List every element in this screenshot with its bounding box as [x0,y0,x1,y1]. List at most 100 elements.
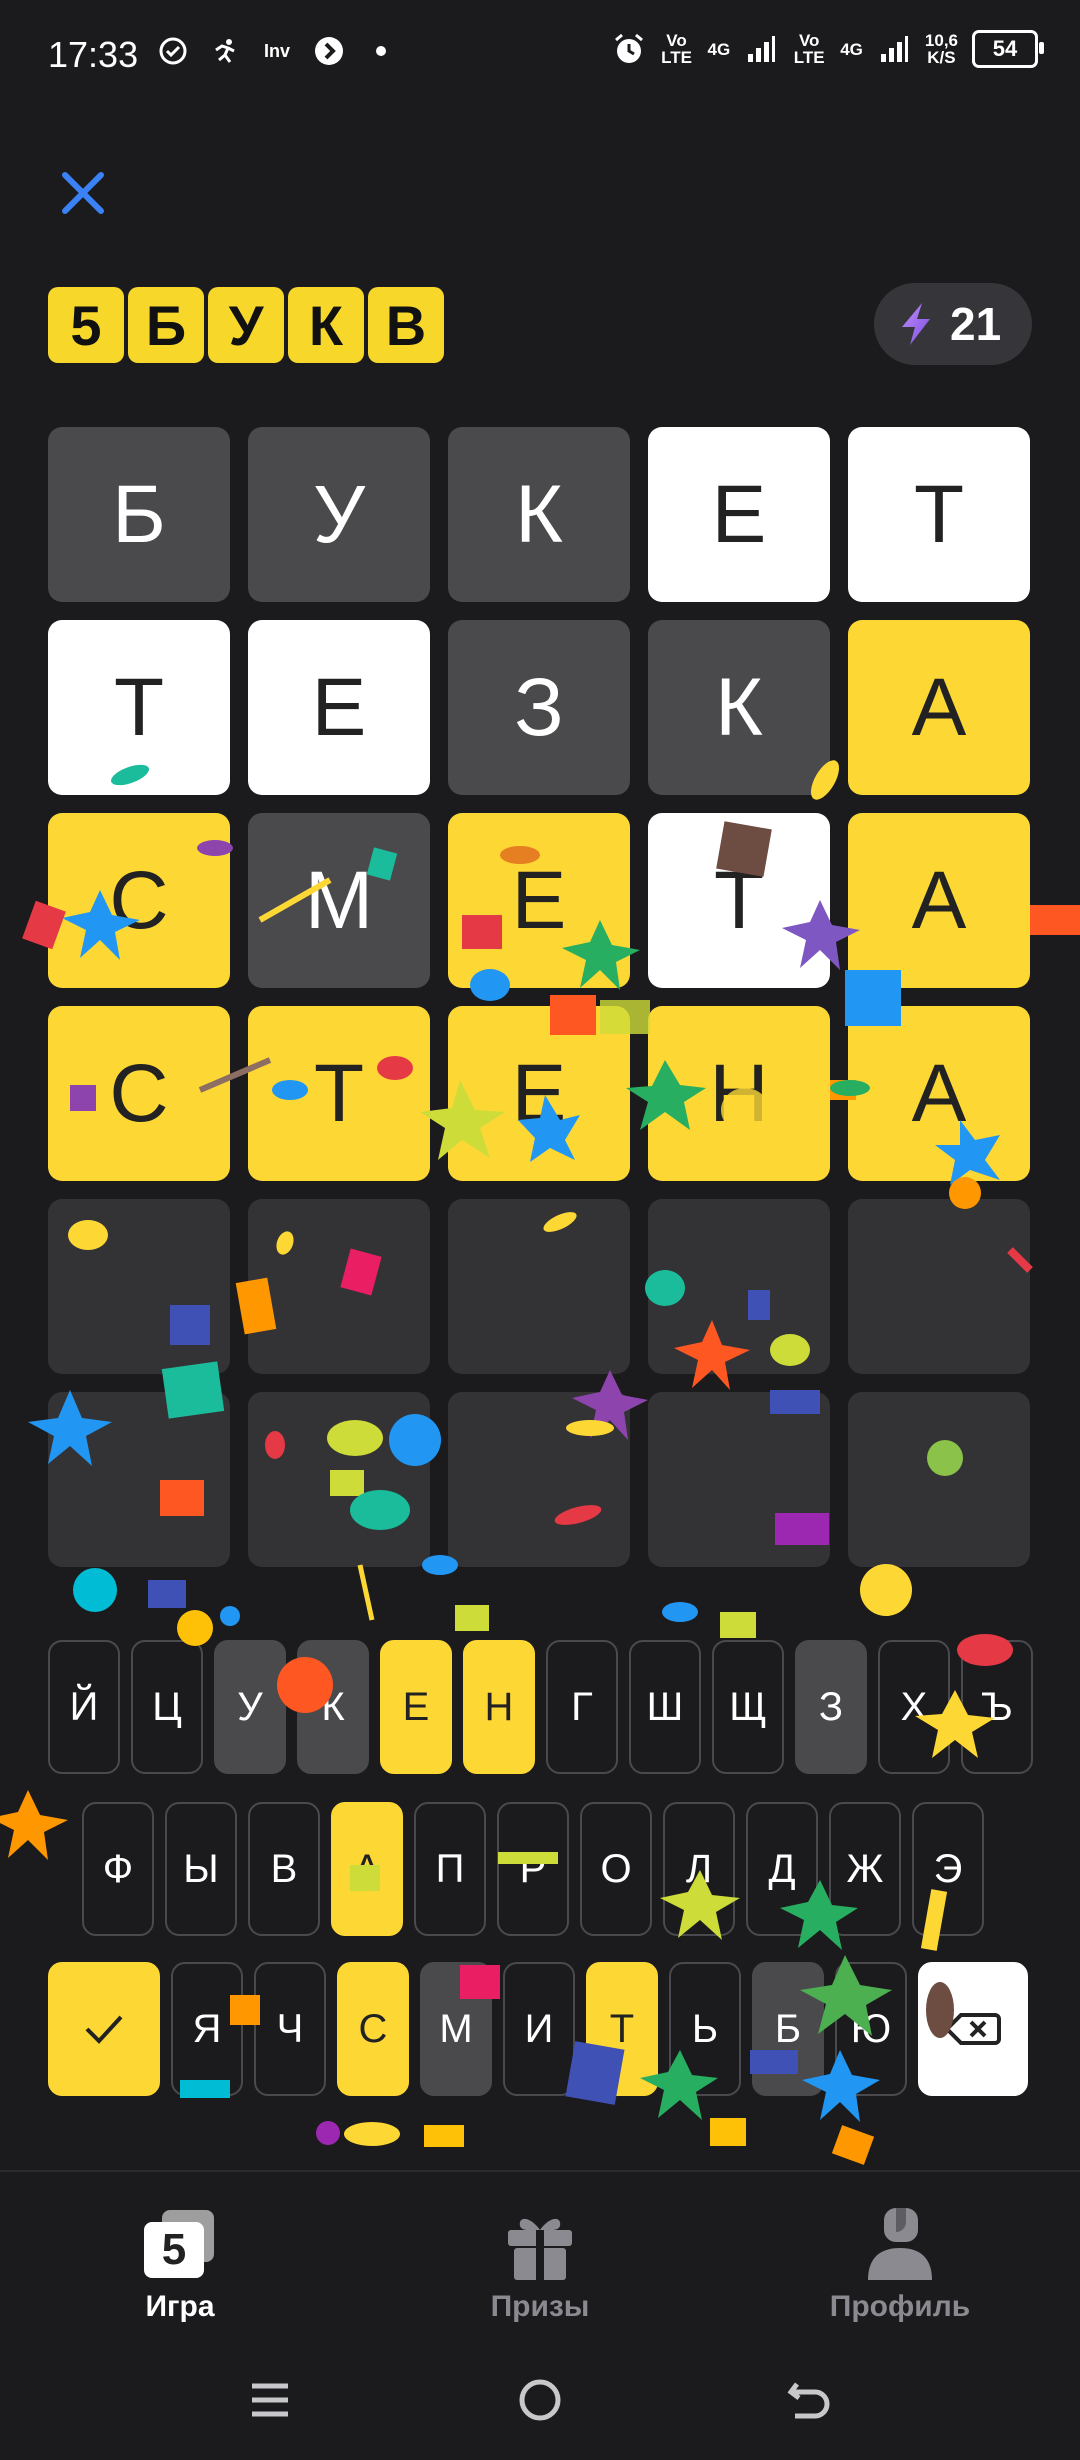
submit-key[interactable] [48,1962,160,2096]
app-logo: 5 Б У К В [48,287,444,363]
key[interactable]: Ь [669,1962,741,2096]
key[interactable]: И [503,1962,575,2096]
check-icon [85,2015,123,2044]
gift-icon [430,2202,650,2286]
key[interactable]: А [331,1802,403,1936]
running-icon [208,34,242,68]
board-cell: А [848,1006,1030,1181]
board-cell: А [848,620,1030,795]
close-button[interactable] [55,165,111,221]
key[interactable]: Д [746,1802,818,1936]
back-nav-button[interactable] [780,2370,840,2430]
game-board: БУКЕТТЕЗКАСМЕТАСТЕНА [48,427,1032,1585]
signal-icon-2 [877,32,911,66]
dot-icon [364,34,398,68]
board-cell: Т [848,427,1030,602]
key[interactable]: Л [663,1802,735,1936]
board-row [48,1392,1032,1567]
tab-profile[interactable]: Профиль [790,2202,1010,2324]
key[interactable]: Г [546,1640,618,1774]
backspace-key[interactable] [918,1962,1028,2096]
key[interactable]: Ъ [961,1640,1033,1774]
logo-letter: К [288,287,364,363]
system-nav-bar [0,2340,1080,2460]
board-row: БУКЕТ [48,427,1032,602]
key[interactable]: Э [912,1802,984,1936]
status-bar: 17:33 Inv Vo LTE 4G Vo LTE 4G 10,6 K/S 5… [0,0,1080,110]
board-cell [248,1392,430,1567]
energy-badge[interactable]: 21 [874,283,1032,365]
key[interactable]: З [795,1640,867,1774]
battery-icon: 54 [972,30,1044,68]
menu-icon [252,2383,288,2417]
tab-prizes[interactable]: Призы [430,2202,650,2324]
board-cell: Е [248,620,430,795]
key[interactable]: У [214,1640,286,1774]
key[interactable]: Щ [712,1640,784,1774]
net-speed: 10,6 K/S [924,31,958,67]
key[interactable]: К [297,1640,369,1774]
key[interactable]: Ы [165,1802,237,1936]
energy-count: 21 [950,298,1002,350]
key[interactable]: Б [752,1962,824,2096]
board-cell: Е [648,427,830,602]
board-cell [648,1199,830,1374]
logo-letter: В [368,287,444,363]
invest-icon: Inv [263,40,290,61]
key[interactable]: О [580,1802,652,1936]
board-cell: Т [648,813,830,988]
key[interactable]: П [414,1802,486,1936]
key[interactable]: В [248,1802,320,1936]
board-row: ТЕЗКА [48,620,1032,795]
signal-icon [744,32,778,66]
key[interactable]: Ф [82,1802,154,1936]
key[interactable]: Ю [835,1962,907,2096]
board-cell: Е [448,813,630,988]
key[interactable]: Е [380,1640,452,1774]
key[interactable]: Т [586,1962,658,2096]
close-icon [62,172,104,214]
home-nav-button[interactable] [510,2370,570,2430]
network-label-1: Vo LTE [661,31,692,67]
logo-letter: У [208,287,284,363]
menu-nav-button[interactable] [240,2370,300,2430]
logo-letter: Б [128,287,204,363]
key[interactable]: Ц [131,1640,203,1774]
play-circle-icon [312,34,346,68]
status-time: 17:33 [48,34,139,75]
key[interactable]: Р [497,1802,569,1936]
lightning-icon [902,303,930,345]
network-type-1: 4G [707,39,731,59]
key[interactable]: Х [878,1640,950,1774]
board-cell: Т [48,620,230,795]
key[interactable]: М [420,1962,492,2096]
svg-text:5: 5 [162,2225,186,2274]
key[interactable]: Я [171,1962,243,2096]
board-cell: З [448,620,630,795]
key[interactable]: Ж [829,1802,901,1936]
key[interactable]: Н [463,1640,535,1774]
back-arrow-icon [787,2382,830,2419]
backspace-icon [944,2013,1001,2045]
board-cell [448,1199,630,1374]
board-cell [848,1199,1030,1374]
tab-game[interactable]: 5 Игра [70,2202,290,2324]
key[interactable]: С [337,1962,409,2096]
profile-icon [790,2202,1010,2286]
key[interactable]: Ш [629,1640,701,1774]
board-cell: К [448,427,630,602]
check-circle-icon [156,34,190,68]
board-cell [448,1392,630,1567]
board-cell [48,1199,230,1374]
network-label-2: Vo LTE [793,31,825,67]
key[interactable]: Ч [254,1962,326,2096]
board-cell: С [48,813,230,988]
tab-label: Профиль [829,2290,971,2323]
board-cell: Б [48,427,230,602]
board-cell: С [48,1006,230,1181]
key[interactable]: Й [48,1640,120,1774]
bottom-tab-bar: 5 Игра Призы Профиль [0,2170,1080,2342]
network-type-2: 4G [840,39,863,59]
board-cell: Т [248,1006,430,1181]
game-5-icon: 5 [70,2202,290,2286]
